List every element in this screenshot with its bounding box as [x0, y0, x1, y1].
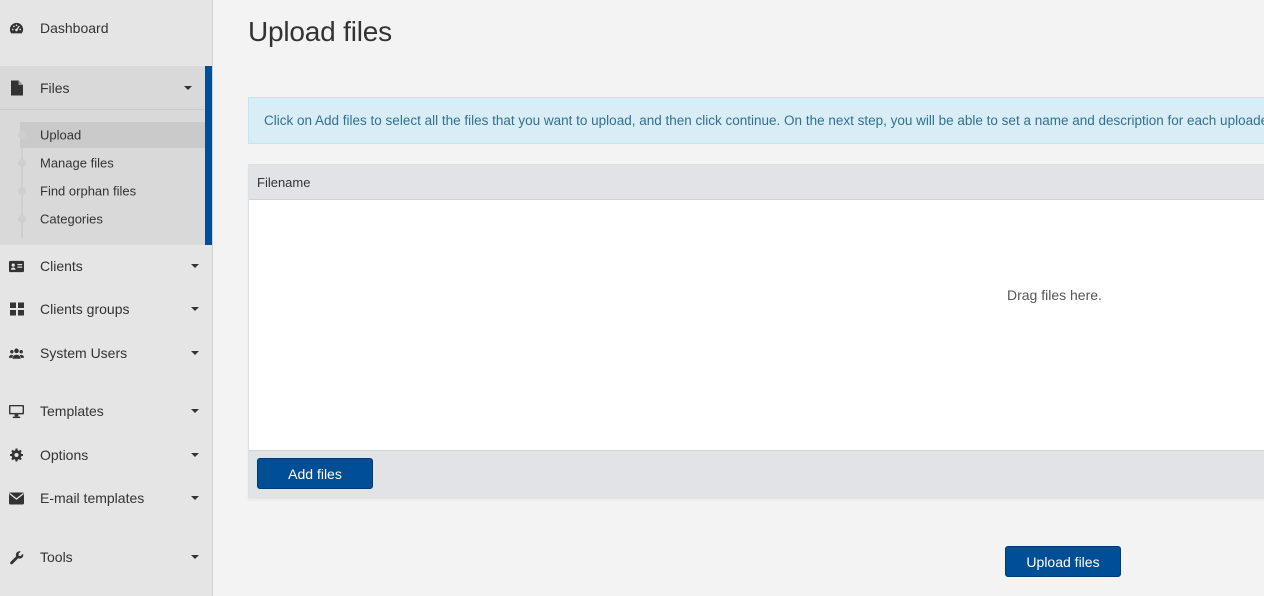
- bullet-icon: [18, 215, 26, 223]
- sidebar: Dashboard Files Upload Manage files Find…: [0, 0, 213, 596]
- page-title: Upload files: [248, 16, 392, 47]
- nav-email-templates-label: E-mail templates: [40, 490, 145, 506]
- nav-options[interactable]: Options: [0, 434, 212, 476]
- bullet-icon: [18, 159, 26, 167]
- nav-tools[interactable]: Tools: [0, 536, 212, 578]
- caret-down-icon: [191, 307, 199, 311]
- nav-dashboard[interactable]: Dashboard: [0, 8, 212, 48]
- filename-column-header: Filename: [249, 165, 1264, 200]
- nav-files[interactable]: Files: [0, 66, 205, 109]
- nav-clients-groups[interactable]: Clients groups: [0, 288, 212, 330]
- subnav-label: Upload: [40, 127, 82, 143]
- nav-system-users-label: System Users: [40, 345, 128, 361]
- caret-down-icon: [191, 496, 199, 500]
- gear-icon: [9, 448, 24, 463]
- active-indicator: [205, 66, 212, 245]
- upload-files-button[interactable]: Upload files: [1005, 546, 1121, 577]
- nav-clients[interactable]: Clients: [0, 245, 212, 287]
- drop-zone-text: Drag files here.: [1007, 287, 1102, 303]
- caret-down-icon: [191, 264, 199, 268]
- subnav-categories[interactable]: Categories: [18, 206, 205, 232]
- bullet-icon: [18, 131, 26, 139]
- subnav-upload[interactable]: Upload: [18, 122, 205, 148]
- subnav-label: Find orphan files: [40, 183, 137, 199]
- nav-email-templates[interactable]: E-mail templates: [0, 477, 212, 519]
- caret-down-icon: [191, 453, 199, 457]
- caret-down-icon: [191, 351, 199, 355]
- subnav-manage-files[interactable]: Manage files: [18, 150, 205, 176]
- bullet-icon: [18, 187, 26, 195]
- add-files-button[interactable]: Add files: [257, 458, 373, 489]
- dashboard-icon: [9, 21, 24, 36]
- nav-dashboard-label: Dashboard: [40, 20, 109, 36]
- nav-tools-label: Tools: [40, 549, 73, 565]
- caret-down-icon: [191, 555, 199, 559]
- wrench-icon: [9, 550, 24, 565]
- subnav-find-orphan-files[interactable]: Find orphan files: [18, 178, 205, 204]
- address-card-icon: [9, 259, 24, 274]
- nav-clients-label: Clients: [40, 258, 83, 274]
- drop-zone[interactable]: Drag files here.: [249, 200, 1264, 450]
- uploader-footer: Add files: [249, 450, 1264, 497]
- nav-files-label: Files: [40, 79, 70, 96]
- info-message: Click on Add files to select all the fil…: [248, 97, 1264, 144]
- divider: [0, 109, 205, 110]
- caret-down-icon: [184, 85, 192, 90]
- nav-system-users[interactable]: System Users: [0, 332, 212, 374]
- subnav-label: Manage files: [40, 155, 114, 171]
- nav-clients-groups-label: Clients groups: [40, 301, 130, 317]
- th-large-icon: [9, 302, 24, 317]
- envelope-icon: [9, 491, 24, 506]
- desktop-icon: [9, 404, 24, 419]
- nav-templates[interactable]: Templates: [0, 390, 212, 432]
- subnav-label: Categories: [40, 211, 103, 227]
- files-group: Files Upload Manage files Find orphan fi…: [0, 66, 212, 245]
- caret-down-icon: [191, 409, 199, 413]
- users-icon: [9, 346, 24, 361]
- file-uploader: Filename Drag files here. Add files: [248, 164, 1264, 498]
- nav-options-label: Options: [40, 447, 89, 463]
- nav-templates-label: Templates: [40, 403, 104, 419]
- file-icon: [9, 80, 24, 95]
